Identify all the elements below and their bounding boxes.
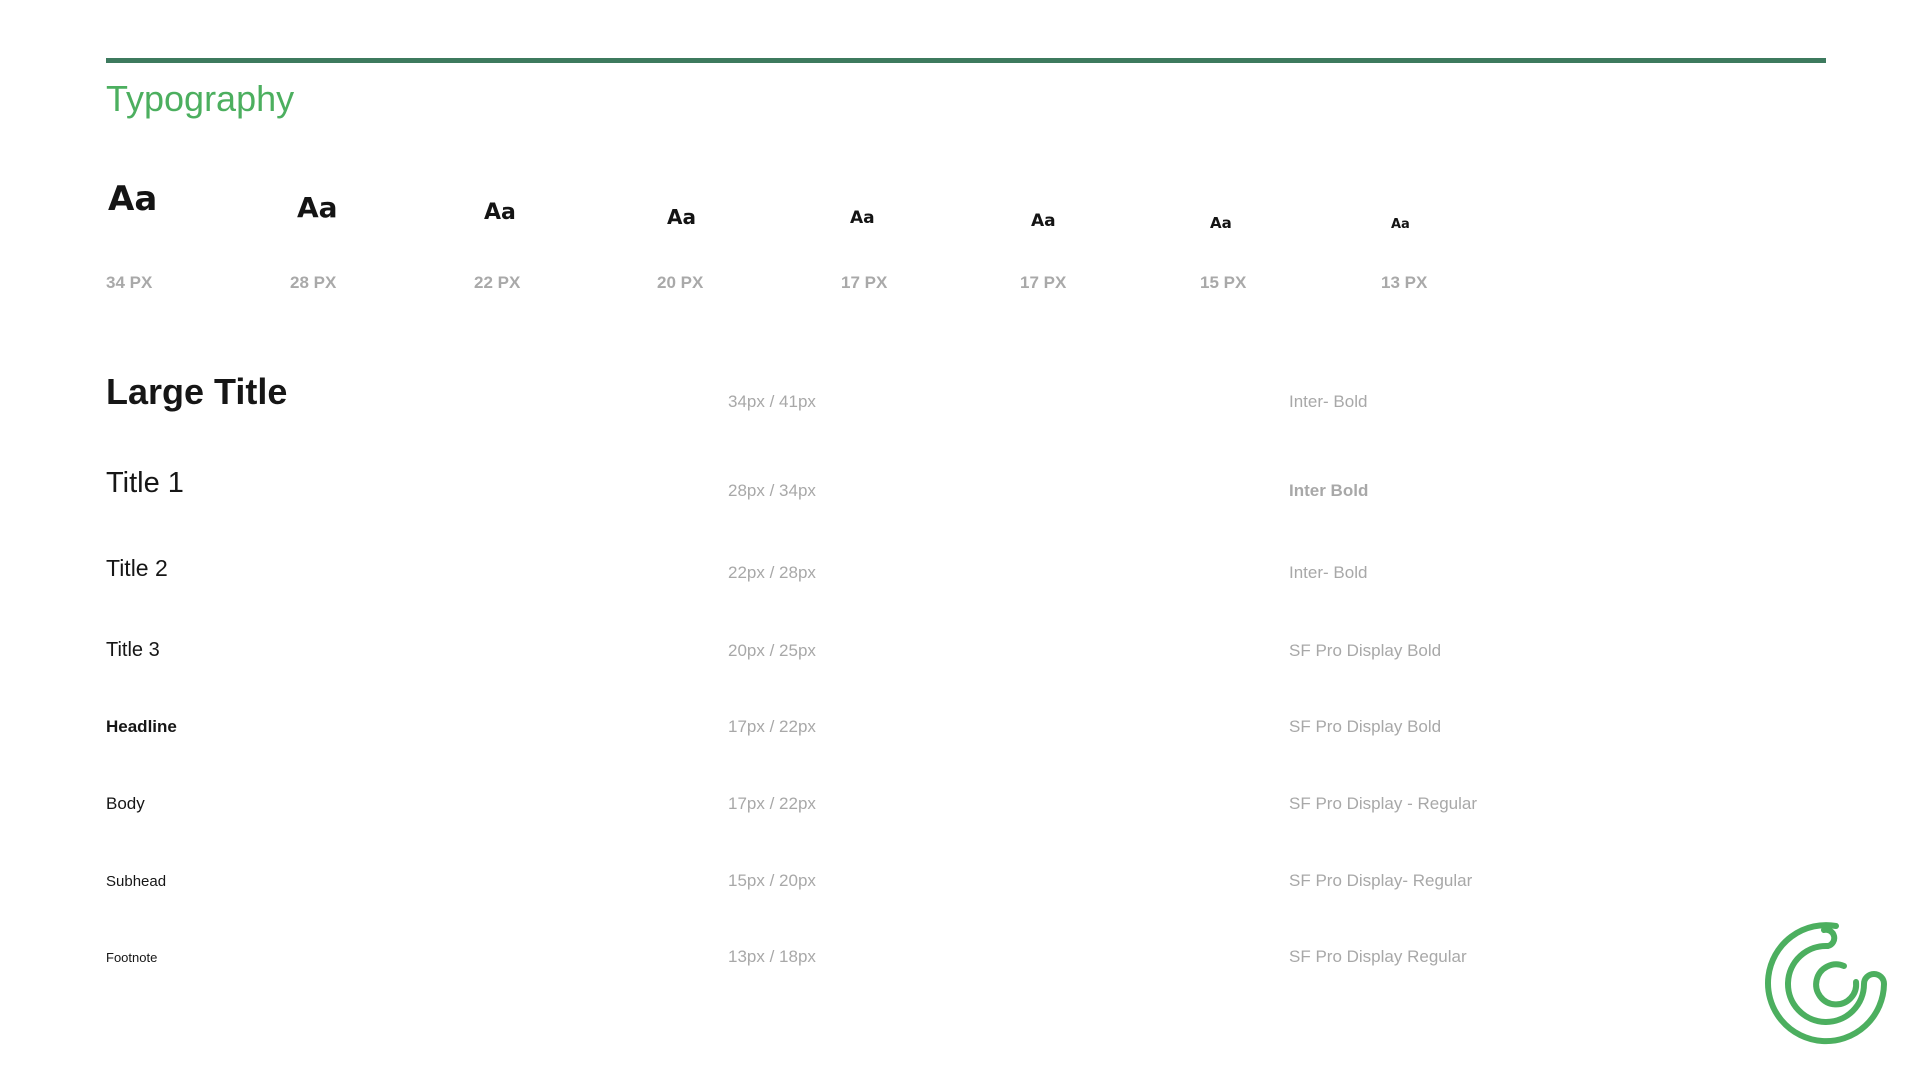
- scale-size-label: 15 PX: [1200, 273, 1247, 292]
- spiral-logo-icon: [1765, 922, 1888, 1045]
- scale-size-label: 28 PX: [290, 273, 337, 292]
- style-metrics: 15px / 20px: [728, 871, 816, 890]
- style-font: SF Pro Display Regular: [1289, 947, 1467, 966]
- style-name: Subhead: [106, 873, 167, 890]
- scale-size-label: 22 PX: [474, 273, 521, 292]
- page-title: Typography: [106, 78, 295, 119]
- scale-size-label: 13 PX: [1381, 273, 1428, 292]
- scale-size-label: 34 PX: [106, 273, 153, 292]
- scale-size-label: 17 PX: [1020, 273, 1067, 292]
- style-font: SF Pro Display - Regular: [1289, 794, 1478, 813]
- style-metrics: 17px / 22px: [728, 717, 816, 736]
- scale-sample: Aa: [1210, 214, 1232, 232]
- style-metrics: 28px / 34px: [728, 481, 816, 500]
- style-name: Headline: [106, 717, 177, 736]
- style-name: Title 1: [106, 467, 184, 499]
- style-font: SF Pro Display Bold: [1289, 717, 1442, 736]
- style-metrics: 20px / 25px: [728, 641, 816, 660]
- style-font: Inter- Bold: [1289, 563, 1368, 582]
- style-metrics: 17px / 22px: [728, 794, 816, 813]
- scale-sample: Aa: [1031, 211, 1056, 231]
- scale-size-label: 17 PX: [841, 273, 888, 292]
- style-font: Inter- Bold: [1289, 392, 1368, 411]
- style-metrics: 22px / 28px: [728, 563, 816, 582]
- style-name: Title 3: [106, 639, 160, 661]
- style-font: SF Pro Display- Regular: [1289, 871, 1473, 890]
- header-divider: [106, 58, 1826, 63]
- scale-size-label: 20 PX: [657, 273, 704, 292]
- style-font: SF Pro Display Bold: [1289, 641, 1442, 660]
- style-name: Large Title: [106, 371, 288, 412]
- scale-sample: Aa: [850, 208, 875, 228]
- scale-sample: Aa: [108, 179, 158, 219]
- style-name: Footnote: [106, 950, 158, 965]
- scale-sample: Aa: [1391, 217, 1410, 232]
- scale-sample: Aa: [667, 205, 696, 229]
- style-name: Body: [106, 794, 145, 813]
- scale-sample: Aa: [484, 200, 516, 225]
- scale-sample: Aa: [297, 191, 338, 224]
- style-font: Inter Bold: [1289, 481, 1369, 500]
- style-name: Title 2: [106, 555, 168, 581]
- style-metrics: 13px / 18px: [728, 947, 816, 966]
- style-metrics: 34px / 41px: [728, 392, 816, 411]
